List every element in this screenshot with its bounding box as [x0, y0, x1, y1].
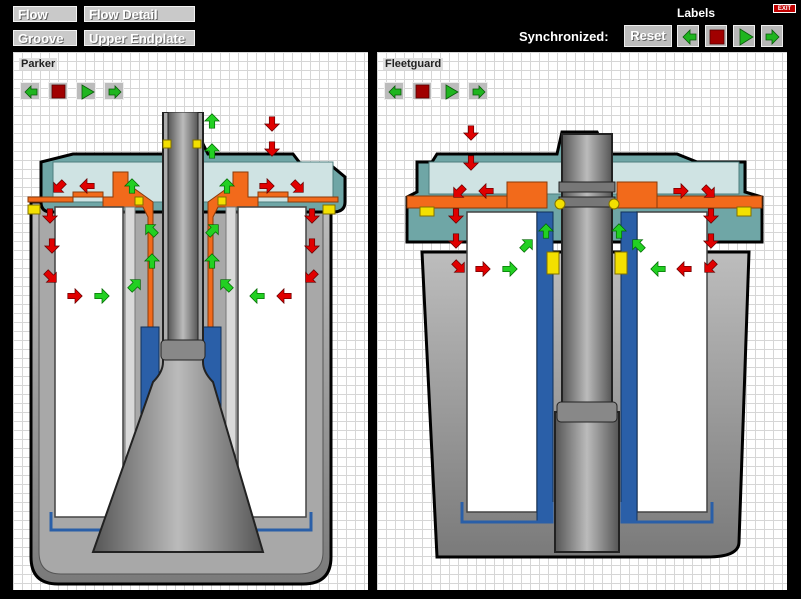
green-flow-arrow-icon [204, 113, 220, 129]
green-play-icon [445, 84, 459, 100]
sync-forward-button[interactable] [761, 25, 783, 47]
synchronized-label: Synchronized: [519, 29, 609, 44]
groove-button[interactable]: Groove [13, 30, 77, 46]
filter-media-left [466, 211, 538, 513]
labels-title: Labels [677, 6, 716, 20]
sync-stop-button[interactable] [705, 25, 727, 47]
green-left-arrow-icon [682, 29, 697, 45]
green-right-arrow-icon [108, 85, 122, 99]
filter-media-left [54, 206, 124, 518]
right-play-button[interactable] [440, 82, 460, 100]
sync-play-button[interactable] [733, 25, 755, 47]
right-forward-button[interactable] [468, 82, 488, 100]
center-standpipe [561, 133, 613, 415]
filter-media-right [237, 206, 307, 518]
left-play-button[interactable] [76, 82, 96, 100]
right-back-button[interactable] [384, 82, 404, 100]
red-flow-arrow-icon [264, 116, 280, 132]
red-flow-arrow-icon [463, 125, 479, 141]
right-stop-button[interactable] [412, 82, 432, 100]
filter-media-right [636, 211, 708, 513]
red-square-stop-icon [51, 84, 66, 99]
green-left-arrow-icon [24, 85, 38, 99]
left-forward-button[interactable] [104, 82, 124, 100]
red-square-stop-icon [709, 29, 725, 45]
green-play-icon [81, 84, 95, 100]
green-right-arrow-icon [472, 85, 486, 99]
green-play-icon [739, 28, 754, 46]
upper-endplate-button[interactable]: Upper Endplate [84, 30, 195, 46]
fleetguard-filter-diagram [405, 125, 764, 559]
exit-button[interactable]: EXIT [773, 4, 796, 13]
right-panel-title: Fleetguard [383, 58, 444, 70]
left-filter-panel: Parker [13, 52, 368, 590]
green-right-arrow-icon [765, 29, 780, 45]
green-left-arrow-icon [388, 85, 402, 99]
left-panel-title: Parker [19, 58, 58, 70]
left-stop-button[interactable] [48, 82, 68, 100]
sync-back-button[interactable] [677, 25, 699, 47]
flow-detail-button[interactable]: Flow Detail [84, 6, 195, 22]
red-square-stop-icon [415, 84, 430, 99]
right-filter-panel: Fleetguard [377, 52, 787, 590]
reset-button[interactable]: Reset [624, 25, 672, 47]
parker-filter-diagram [27, 112, 347, 586]
flow-button[interactable]: Flow [13, 6, 77, 22]
left-back-button[interactable] [20, 82, 40, 100]
